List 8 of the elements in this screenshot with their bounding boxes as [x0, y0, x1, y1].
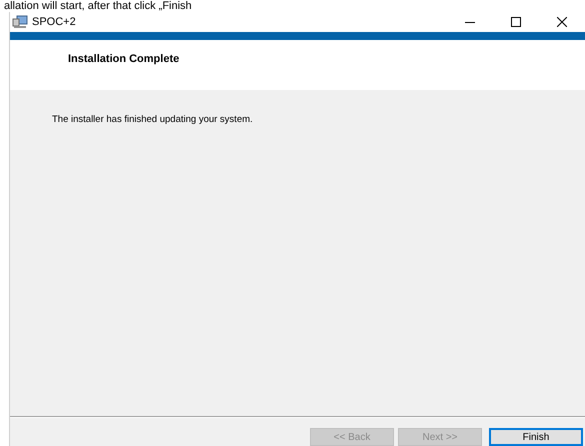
caption-text: allation will start, after that click „Finish: [3, 0, 193, 12]
page-heading: Installation Complete: [68, 53, 180, 65]
computer-icon: [12, 15, 28, 29]
close-icon[interactable]: [557, 17, 567, 27]
window-title: SPOC+2: [32, 16, 77, 28]
status-message: The installer has finished updating your system.: [52, 114, 254, 125]
wizard-button[interactable]: Finish: [489, 428, 583, 446]
maximize-icon[interactable]: [511, 17, 521, 27]
